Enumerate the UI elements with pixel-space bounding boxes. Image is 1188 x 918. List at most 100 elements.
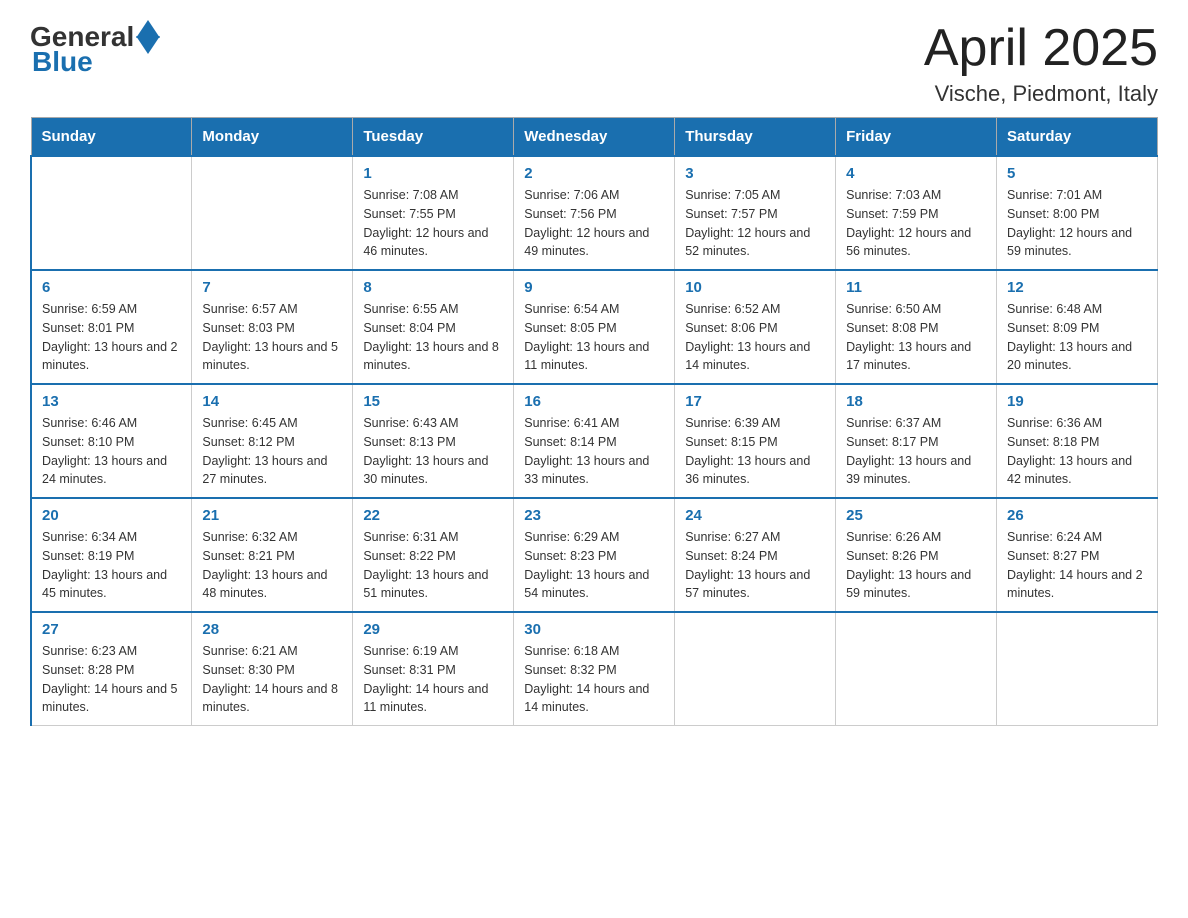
day-number: 13 xyxy=(42,393,181,410)
calendar-table: SundayMondayTuesdayWednesdayThursdayFrid… xyxy=(30,117,1158,726)
day-info: Sunrise: 6:43 AMSunset: 8:13 PMDaylight:… xyxy=(363,414,503,489)
calendar-cell xyxy=(675,612,836,726)
weekday-header-tuesday: Tuesday xyxy=(353,118,514,157)
calendar-cell: 30 Sunrise: 6:18 AMSunset: 8:32 PMDayligh… xyxy=(514,612,675,726)
day-info: Sunrise: 6:54 AMSunset: 8:05 PMDaylight:… xyxy=(524,300,664,375)
calendar-cell: 26 Sunrise: 6:24 AMSunset: 8:27 PMDayligh… xyxy=(997,498,1158,612)
calendar-cell: 17Sunrise: 6:39 AMSunset: 8:15 PMDayligh… xyxy=(675,384,836,498)
calendar-cell: 19 Sunrise: 6:36 AMSunset: 8:18 PMDayligh… xyxy=(997,384,1158,498)
week-row-4: 20 Sunrise: 6:34 AMSunset: 8:19 PMDayligh… xyxy=(31,498,1158,612)
day-number: 24 xyxy=(685,507,825,524)
day-info: Sunrise: 6:29 AMSunset: 8:23 PMDaylight:… xyxy=(524,528,664,603)
weekday-header-monday: Monday xyxy=(192,118,353,157)
day-info: Sunrise: 6:50 AMSunset: 8:08 PMDaylight:… xyxy=(846,300,986,375)
day-info: Sunrise: 7:05 AMSunset: 7:57 PMDaylight:… xyxy=(685,186,825,261)
day-info: Sunrise: 7:01 AMSunset: 8:00 PMDaylight:… xyxy=(1007,186,1147,261)
calendar-cell: 1 Sunrise: 7:08 AMSunset: 7:55 PMDaylight… xyxy=(353,156,514,270)
day-number: 6 xyxy=(42,279,181,296)
day-number: 21 xyxy=(202,507,342,524)
calendar-cell xyxy=(836,612,997,726)
day-info: Sunrise: 6:27 AMSunset: 8:24 PMDaylight:… xyxy=(685,528,825,603)
day-number: 7 xyxy=(202,279,342,296)
day-info: Sunrise: 6:57 AMSunset: 8:03 PMDaylight:… xyxy=(202,300,342,375)
day-info: Sunrise: 6:39 AMSunset: 8:15 PMDaylight:… xyxy=(685,414,825,489)
calendar-cell: 13 Sunrise: 6:46 AMSunset: 8:10 PMDayligh… xyxy=(31,384,192,498)
day-number: 15 xyxy=(363,393,503,410)
location-subtitle: Vische, Piedmont, Italy xyxy=(924,81,1158,107)
calendar-cell: 18 Sunrise: 6:37 AMSunset: 8:17 PMDayligh… xyxy=(836,384,997,498)
day-info: Sunrise: 6:34 AMSunset: 8:19 PMDaylight:… xyxy=(42,528,181,603)
calendar-cell xyxy=(31,156,192,270)
day-info: Sunrise: 6:21 AMSunset: 8:30 PMDaylight:… xyxy=(202,642,342,717)
calendar-cell: 23 Sunrise: 6:29 AMSunset: 8:23 PMDayligh… xyxy=(514,498,675,612)
day-number: 4 xyxy=(846,165,986,182)
calendar-cell xyxy=(997,612,1158,726)
day-number: 8 xyxy=(363,279,503,296)
calendar-cell: 24 Sunrise: 6:27 AMSunset: 8:24 PMDayligh… xyxy=(675,498,836,612)
calendar-cell: 3 Sunrise: 7:05 AMSunset: 7:57 PMDaylight… xyxy=(675,156,836,270)
calendar-cell: 4 Sunrise: 7:03 AMSunset: 7:59 PMDaylight… xyxy=(836,156,997,270)
logo-blue-text: Blue xyxy=(32,46,93,78)
day-number: 1 xyxy=(363,165,503,182)
day-info: Sunrise: 6:31 AMSunset: 8:22 PMDaylight:… xyxy=(363,528,503,603)
day-number: 26 xyxy=(1007,507,1147,524)
day-info: Sunrise: 6:18 AMSunset: 8:32 PMDaylight:… xyxy=(524,642,664,717)
day-info: Sunrise: 6:52 AMSunset: 8:06 PMDaylight:… xyxy=(685,300,825,375)
calendar-cell: 9 Sunrise: 6:54 AMSunset: 8:05 PMDaylight… xyxy=(514,270,675,384)
day-number: 3 xyxy=(685,165,825,182)
day-number: 2 xyxy=(524,165,664,182)
day-info: Sunrise: 6:26 AMSunset: 8:26 PMDaylight:… xyxy=(846,528,986,603)
day-info: Sunrise: 6:59 AMSunset: 8:01 PMDaylight:… xyxy=(42,300,181,375)
calendar-cell: 8 Sunrise: 6:55 AMSunset: 8:04 PMDaylight… xyxy=(353,270,514,384)
calendar-cell: 27Sunrise: 6:23 AMSunset: 8:28 PMDayligh… xyxy=(31,612,192,726)
day-info: Sunrise: 6:48 AMSunset: 8:09 PMDaylight:… xyxy=(1007,300,1147,375)
day-info: Sunrise: 6:19 AMSunset: 8:31 PMDaylight:… xyxy=(363,642,503,717)
day-number: 16 xyxy=(524,393,664,410)
day-number: 14 xyxy=(202,393,342,410)
calendar-cell: 11Sunrise: 6:50 AMSunset: 8:08 PMDayligh… xyxy=(836,270,997,384)
day-number: 25 xyxy=(846,507,986,524)
week-row-3: 13 Sunrise: 6:46 AMSunset: 8:10 PMDayligh… xyxy=(31,384,1158,498)
weekday-header-sunday: Sunday xyxy=(31,118,192,157)
day-info: Sunrise: 6:32 AMSunset: 8:21 PMDaylight:… xyxy=(202,528,342,603)
header-row: SundayMondayTuesdayWednesdayThursdayFrid… xyxy=(31,118,1158,157)
day-number: 27 xyxy=(42,621,181,638)
day-info: Sunrise: 6:37 AMSunset: 8:17 PMDaylight:… xyxy=(846,414,986,489)
calendar-cell: 20 Sunrise: 6:34 AMSunset: 8:19 PMDayligh… xyxy=(31,498,192,612)
day-info: Sunrise: 6:24 AMSunset: 8:27 PMDaylight:… xyxy=(1007,528,1147,603)
day-number: 12 xyxy=(1007,279,1147,296)
calendar-cell: 10 Sunrise: 6:52 AMSunset: 8:06 PMDayligh… xyxy=(675,270,836,384)
calendar-cell: 7 Sunrise: 6:57 AMSunset: 8:03 PMDaylight… xyxy=(192,270,353,384)
day-info: Sunrise: 7:08 AMSunset: 7:55 PMDaylight:… xyxy=(363,186,503,261)
week-row-5: 27Sunrise: 6:23 AMSunset: 8:28 PMDayligh… xyxy=(31,612,1158,726)
calendar-cell: 16 Sunrise: 6:41 AMSunset: 8:14 PMDayligh… xyxy=(514,384,675,498)
weekday-header-friday: Friday xyxy=(836,118,997,157)
day-number: 19 xyxy=(1007,393,1147,410)
calendar-cell: 21 Sunrise: 6:32 AMSunset: 8:21 PMDayligh… xyxy=(192,498,353,612)
page-header: General Blue April 2025 Vische, Piedmont… xyxy=(30,20,1158,107)
day-info: Sunrise: 6:45 AMSunset: 8:12 PMDaylight:… xyxy=(202,414,342,489)
month-title: April 2025 xyxy=(924,20,1158,77)
calendar-cell: 6 Sunrise: 6:59 AMSunset: 8:01 PMDaylight… xyxy=(31,270,192,384)
day-number: 30 xyxy=(524,621,664,638)
day-info: Sunrise: 6:46 AMSunset: 8:10 PMDaylight:… xyxy=(42,414,181,489)
title-block: April 2025 Vische, Piedmont, Italy xyxy=(924,20,1158,107)
day-info: Sunrise: 6:55 AMSunset: 8:04 PMDaylight:… xyxy=(363,300,503,375)
day-number: 22 xyxy=(363,507,503,524)
calendar-cell: 14 Sunrise: 6:45 AMSunset: 8:12 PMDayligh… xyxy=(192,384,353,498)
day-info: Sunrise: 6:41 AMSunset: 8:14 PMDaylight:… xyxy=(524,414,664,489)
day-info: Sunrise: 6:36 AMSunset: 8:18 PMDaylight:… xyxy=(1007,414,1147,489)
day-info: Sunrise: 7:03 AMSunset: 7:59 PMDaylight:… xyxy=(846,186,986,261)
weekday-header-thursday: Thursday xyxy=(675,118,836,157)
day-number: 23 xyxy=(524,507,664,524)
calendar-cell: 12 Sunrise: 6:48 AMSunset: 8:09 PMDayligh… xyxy=(997,270,1158,384)
day-number: 9 xyxy=(524,279,664,296)
calendar-cell: 2 Sunrise: 7:06 AMSunset: 7:56 PMDaylight… xyxy=(514,156,675,270)
week-row-2: 6 Sunrise: 6:59 AMSunset: 8:01 PMDaylight… xyxy=(31,270,1158,384)
calendar-cell: 25 Sunrise: 6:26 AMSunset: 8:26 PMDayligh… xyxy=(836,498,997,612)
day-number: 18 xyxy=(846,393,986,410)
calendar-cell: 15 Sunrise: 6:43 AMSunset: 8:13 PMDayligh… xyxy=(353,384,514,498)
day-number: 20 xyxy=(42,507,181,524)
day-number: 10 xyxy=(685,279,825,296)
day-info: Sunrise: 7:06 AMSunset: 7:56 PMDaylight:… xyxy=(524,186,664,261)
